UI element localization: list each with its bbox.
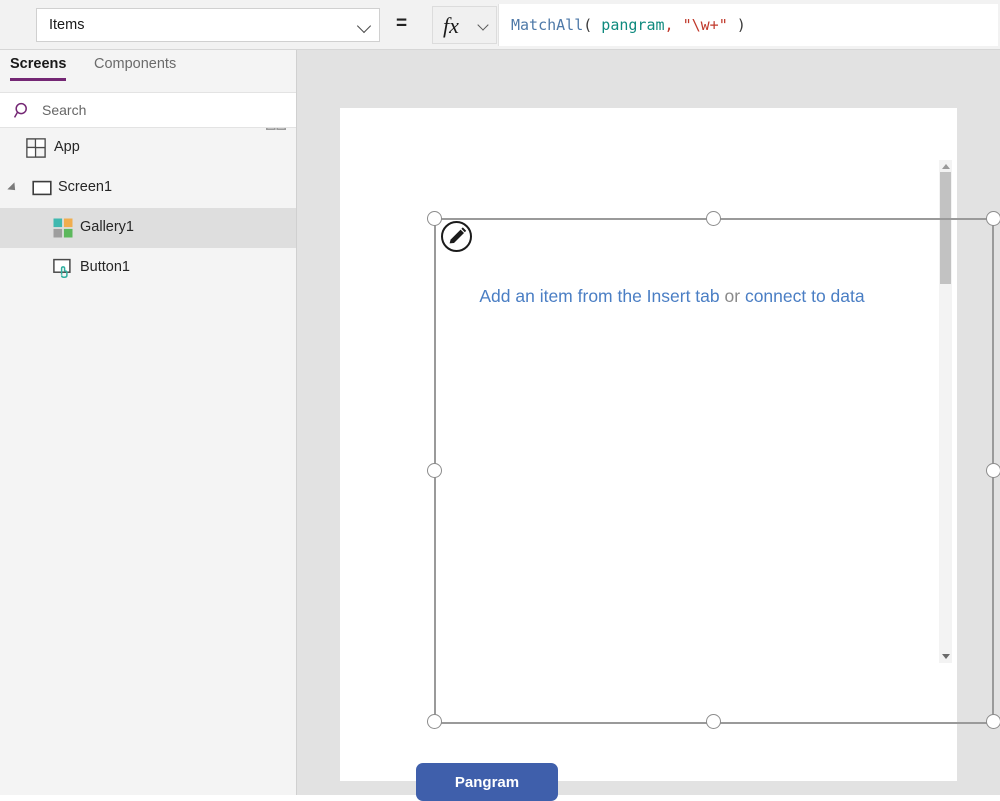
empty-message-separator: or [719, 286, 745, 306]
app-icon [26, 138, 46, 158]
tab-active-underline [10, 78, 67, 81]
formula-bar: Items = fx MatchAll( pangram, "\w+" ) [0, 0, 1000, 50]
gallery-control[interactable]: Add an item from the Insert tab or conne… [392, 160, 952, 663]
tree-item-gallery1-label: Gallery1 [80, 219, 134, 235]
formula-input[interactable]: MatchAll( pangram, "\w+" ) [498, 4, 998, 46]
tree-item-button1-label: Button1 [80, 259, 130, 275]
tree-item-app[interactable]: App [0, 128, 296, 168]
app-screen[interactable]: Add an item from the Insert tab or conne… [340, 108, 1000, 801]
resize-handle-top-left[interactable] [427, 211, 442, 226]
chevron-down-icon [477, 19, 489, 31]
scrollbar-thumb[interactable] [940, 172, 951, 284]
chevron-up-icon[interactable] [942, 164, 950, 169]
resize-handle-top-right[interactable] [986, 211, 1000, 226]
insert-tab-link[interactable]: Add an item from the Insert tab [479, 286, 719, 306]
resize-handle-bottom-center[interactable] [706, 714, 721, 729]
tab-components[interactable]: Components [94, 56, 176, 72]
resize-handle-top-center[interactable] [706, 211, 721, 226]
connect-to-data-link[interactable]: connect to data [745, 286, 865, 306]
tree-item-app-label: App [54, 139, 80, 155]
equals-sign: = [396, 13, 408, 34]
tab-screens[interactable]: Screens [10, 56, 67, 81]
tree-item-screen1[interactable]: Screen1 [0, 168, 296, 208]
chevron-down-icon [356, 18, 372, 34]
fx-icon: fx [443, 13, 459, 38]
canvas-area: Add an item from the Insert tab or conne… [297, 50, 1000, 801]
button-icon [53, 258, 73, 278]
property-select-dropdown[interactable]: Items [36, 8, 380, 42]
fx-button[interactable]: fx [432, 6, 497, 44]
tab-screens-label: Screens [10, 56, 67, 72]
resize-handle-middle-left[interactable] [427, 463, 442, 478]
tree-item-gallery1[interactable]: Gallery1 [0, 208, 296, 248]
pangram-button[interactable]: Pangram [416, 763, 558, 801]
tab-components-label: Components [94, 56, 177, 72]
tree-item-button1[interactable]: Button1 [0, 248, 296, 288]
screen-icon [32, 178, 52, 198]
formula-text: MatchAll( pangram, "\w+" ) [511, 16, 746, 34]
gallery-scrollbar[interactable] [939, 160, 952, 663]
left-panel: Screens Components Search App Screen1 Ga… [0, 50, 297, 795]
chevron-down-icon[interactable] [942, 654, 950, 659]
resize-handle-middle-right[interactable] [986, 463, 1000, 478]
search-placeholder: Search [42, 102, 87, 118]
property-select-value: Items [49, 17, 85, 33]
edit-pencil-button[interactable] [441, 221, 472, 252]
resize-handle-bottom-right[interactable] [986, 714, 1000, 729]
search-icon [13, 102, 32, 120]
pencil-icon [449, 227, 467, 244]
search-input[interactable]: Search [0, 92, 296, 128]
gallery-icon [53, 218, 73, 238]
panel-tabs: Screens Components [0, 50, 296, 88]
expand-collapse-arrow-icon[interactable] [7, 182, 19, 194]
tree-item-screen1-label: Screen1 [58, 179, 113, 195]
gallery-empty-message: Add an item from the Insert tab or conne… [392, 286, 952, 307]
resize-handle-bottom-left[interactable] [427, 714, 442, 729]
